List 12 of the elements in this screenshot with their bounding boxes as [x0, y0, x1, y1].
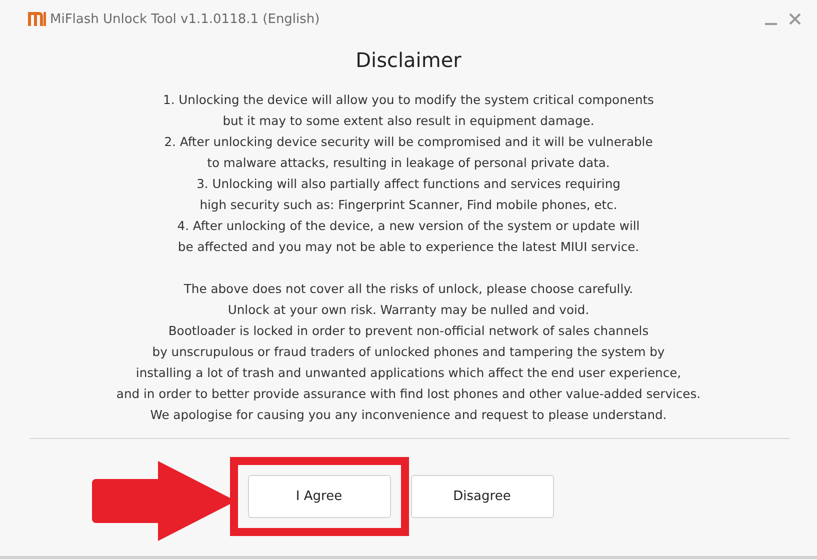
disclaimer-paragraph: 3. Unlocking will also partially affect functions and services requiring high security such as: Fingerprint Scanner, Find mobile phones, etc. [196, 176, 620, 214]
disclaimer-paragraph: 2. After unlocking device security will be compromised and it will be vulnerable to malware attacks, resulting in leakage of personal private data. [164, 134, 653, 172]
disclaimer-paragraph: The above does not cover all the risks of unlock, please choose carefully. Unlock at your own risk. Warranty may be nulled and void. Bootloader is locked in order to prevent non-official network of sales channels by unscrupulous or fraud traders of unlocked phones and tampering the system by installing a lot of trash and unwanted applications which affect the end user experience, and in order to better provide assurance with find lost phones and other value-added services. We apologise for causing you any inconvenience and request to please understand. [116, 281, 701, 424]
disclaimer-paragraph: 1. Unlocking the device will allow you to modify the system critical components but it may to some extent also result in equipment damage. [163, 92, 654, 130]
disclaimer-heading: Disclaimer [354, 48, 462, 72]
logo-icon [28, 12, 46, 26]
disagree-button[interactable]: Disagree [410, 475, 554, 518]
disclaimer-paragraph: 4. After unlocking of the device, a new version of the system or update will be affected and you may not be able to experience the latest MIUI service. [177, 218, 640, 256]
agree-button[interactable]: I Agree [248, 475, 390, 518]
minimize-icon [765, 23, 777, 25]
close-icon [788, 12, 802, 26]
window-title: MiFlash Unlock Tool v1.1.0118.1 (English) [50, 12, 321, 26]
